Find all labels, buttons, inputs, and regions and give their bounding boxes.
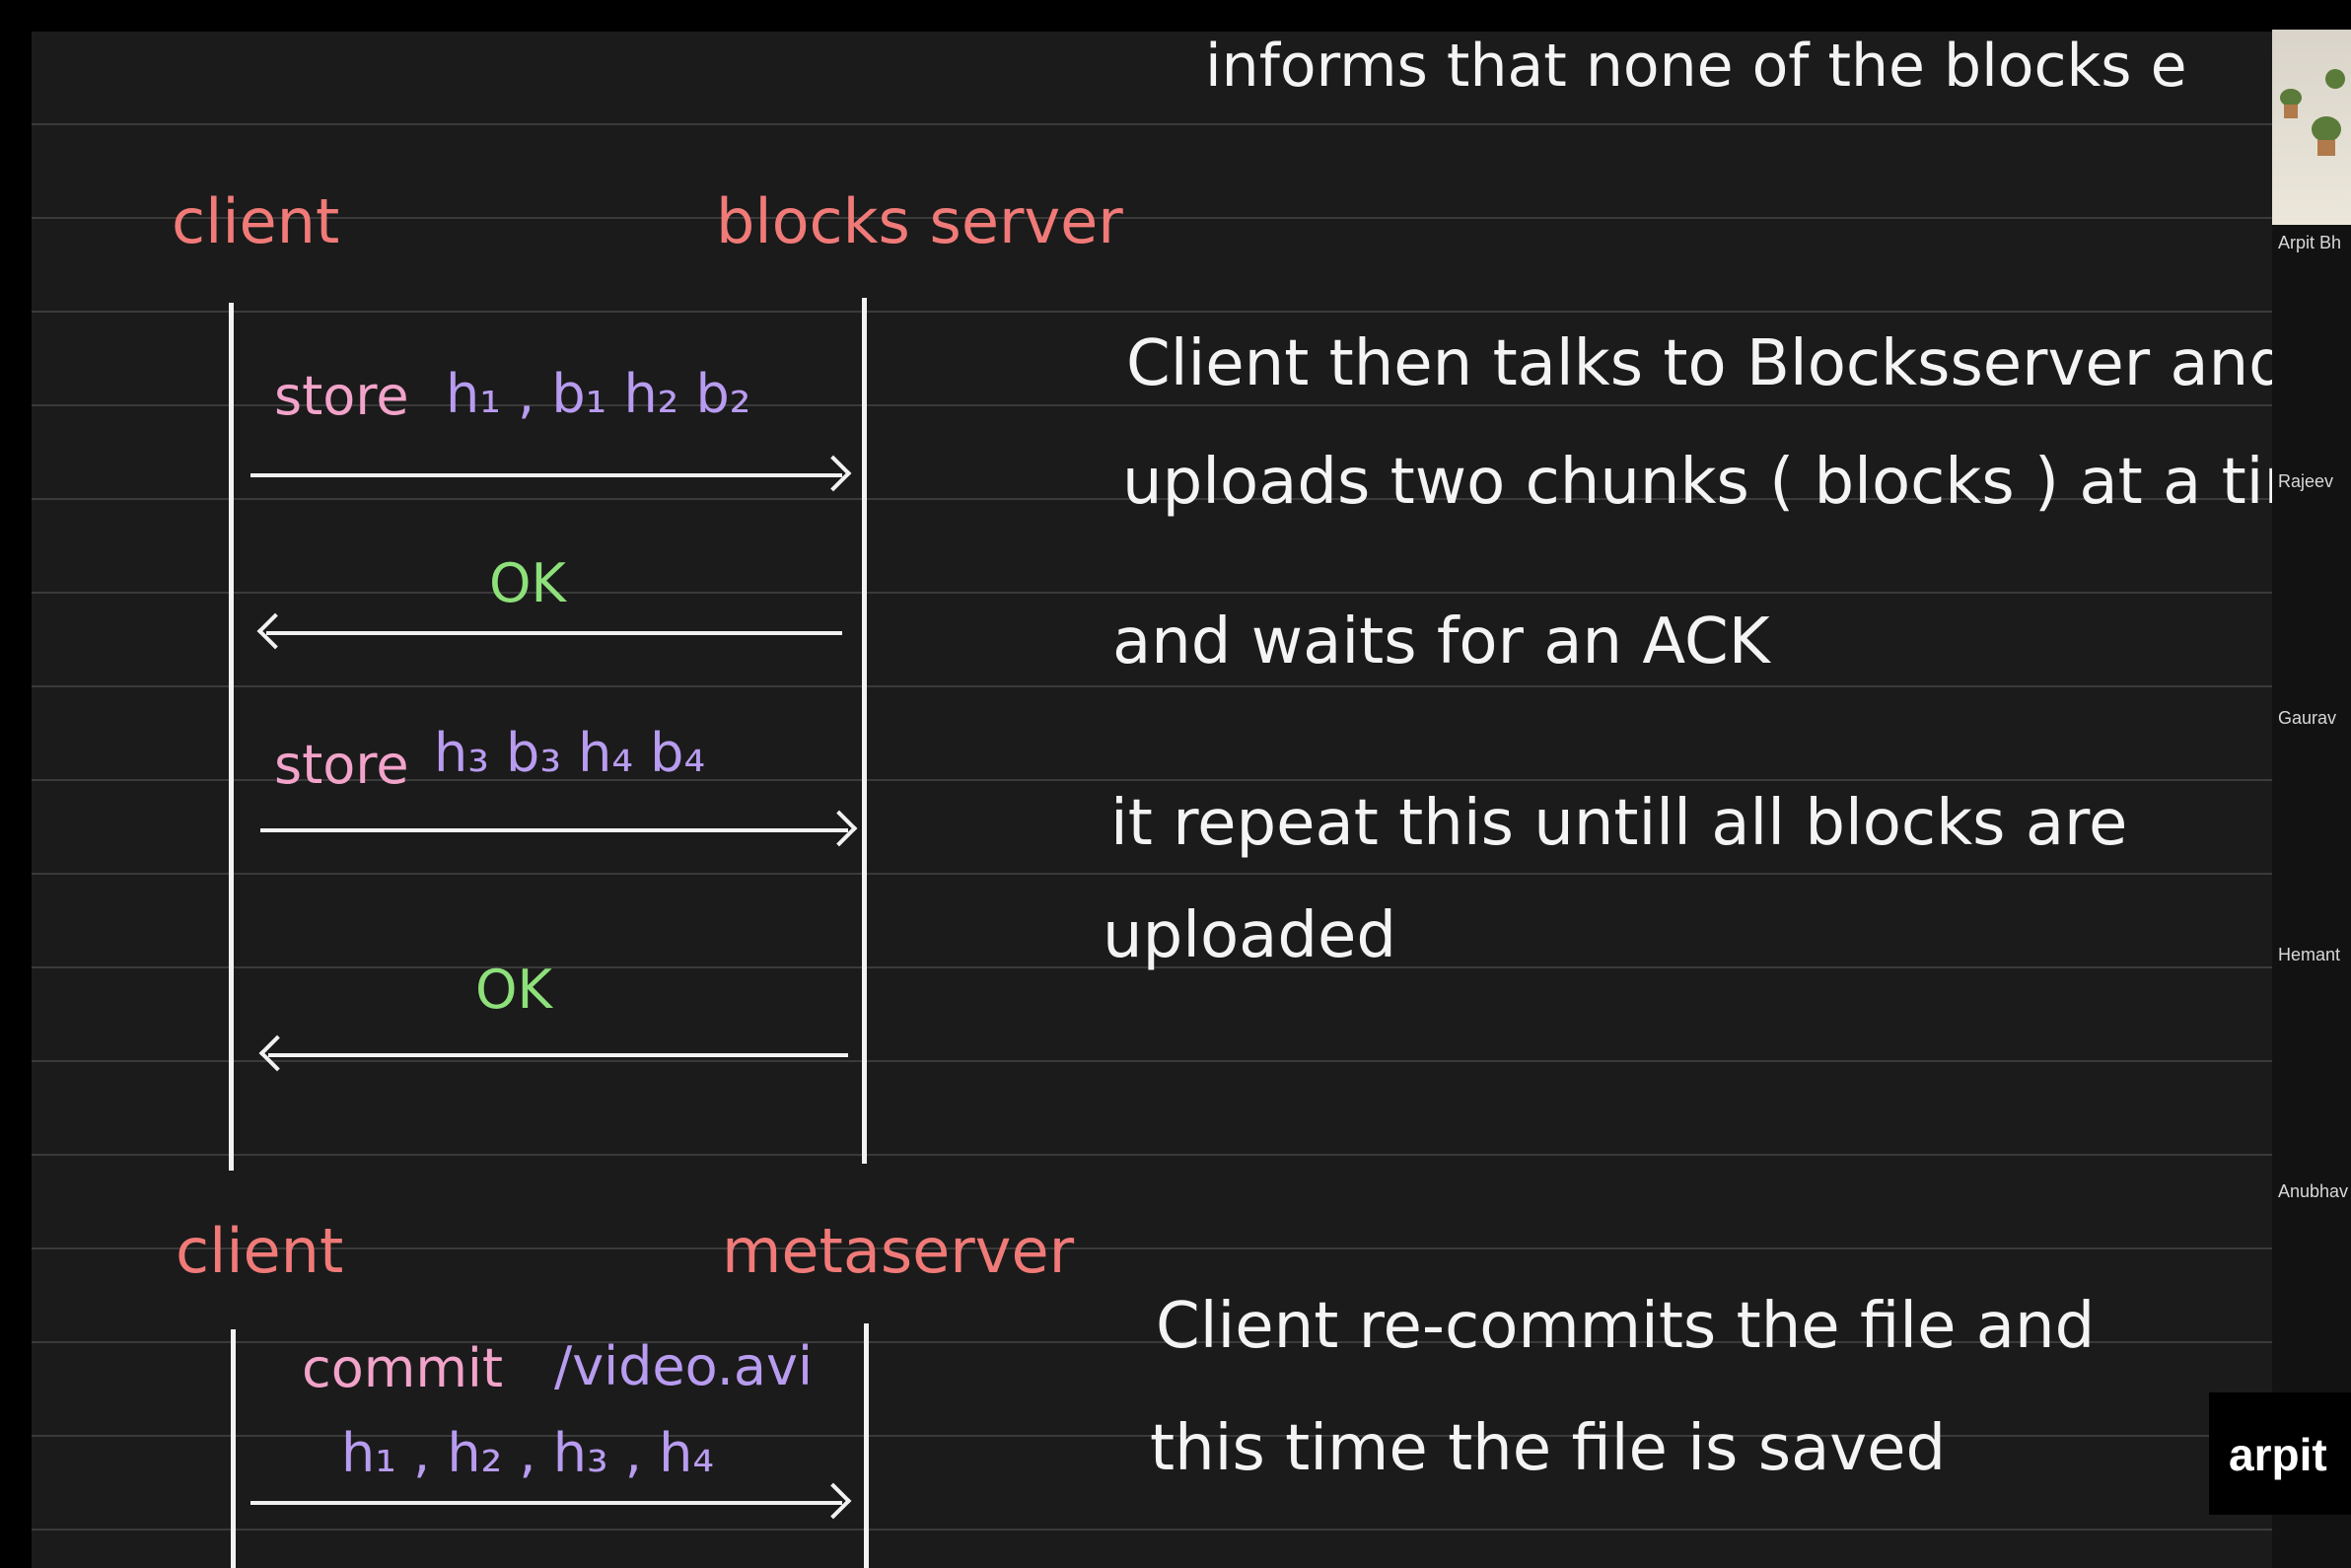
- diagram1-msg1-args: h₁ , b₁ h₂ b₂: [446, 363, 751, 425]
- diagram1-msg1-command: store: [274, 365, 409, 427]
- diagram2-server-label: metaserver: [722, 1215, 1075, 1287]
- diagram2-commit-arrow: [250, 1501, 842, 1505]
- participant-name: Anubhav: [2278, 1181, 2349, 1201]
- note1-line3: and waits for an ACK: [1112, 606, 1770, 678]
- note2-line2: this time the file is saved: [1150, 1412, 1947, 1485]
- diagram1-store-arrow-1: [250, 473, 842, 477]
- diagram1-client-lifeline: [229, 303, 234, 1171]
- diagram1-server-lifeline: [862, 298, 867, 1164]
- diagram1-ack2: OK: [475, 959, 552, 1021]
- top-text-fragment: informs that none of the blocks e: [1205, 32, 2187, 101]
- diagram1-server-label: blocks server: [716, 185, 1123, 257]
- diagram1-msg2-command: store: [274, 734, 409, 796]
- speaker-video-tile[interactable]: [2272, 30, 2351, 225]
- diagram1-ack-arrow-1: [266, 631, 842, 635]
- diagram1-store-arrow-2: [260, 828, 848, 832]
- plant-shape: [2325, 69, 2345, 89]
- note2-line1: Client re-commits the file and: [1156, 1290, 2096, 1363]
- diagram1-ack1: OK: [489, 552, 566, 614]
- participant-name: Gaurav: [2278, 708, 2337, 728]
- diagram1-ack-arrow-2: [268, 1053, 848, 1057]
- note1-line4: it repeat this untill all blocks are: [1110, 787, 2128, 860]
- plant-shape: [2312, 116, 2341, 142]
- diagram1-msg2-args: h₃ b₃ h₄ b₄: [434, 722, 706, 784]
- note1-line1: Client then talks to Blocksserver and: [1126, 327, 2276, 400]
- pot-shape: [2284, 105, 2298, 118]
- diagram2-commit-path: /video.avi: [554, 1335, 813, 1397]
- participant-rail: Arpit Bh Rajeev Gaurav Hemant Anubhav: [2272, 30, 2351, 1568]
- note1-line5: uploaded: [1103, 899, 1396, 972]
- diagram2-commit-command: commit: [302, 1337, 504, 1399]
- whiteboard: informs that none of the blocks e client…: [32, 32, 2276, 1568]
- diagram2-server-lifeline: [864, 1323, 869, 1568]
- participant-name: Hemant: [2278, 945, 2341, 964]
- diagram1-client-label: client: [172, 185, 340, 257]
- brand-logo: arpit: [2209, 1392, 2351, 1515]
- participant-name: Rajeev: [2278, 471, 2334, 491]
- diagram2-client-lifeline: [231, 1329, 236, 1568]
- note1-line2: uploads two chunks ( blocks ) at a time: [1122, 446, 2276, 519]
- brand-text: arpit: [2229, 1429, 2327, 1480]
- diagram2-client-label: client: [176, 1215, 344, 1287]
- pot-shape: [2317, 140, 2335, 156]
- diagram2-commit-hashes: h₁ , h₂ , h₃ , h₄: [341, 1422, 714, 1484]
- participant-name-speaker: Arpit Bh: [2278, 233, 2342, 252]
